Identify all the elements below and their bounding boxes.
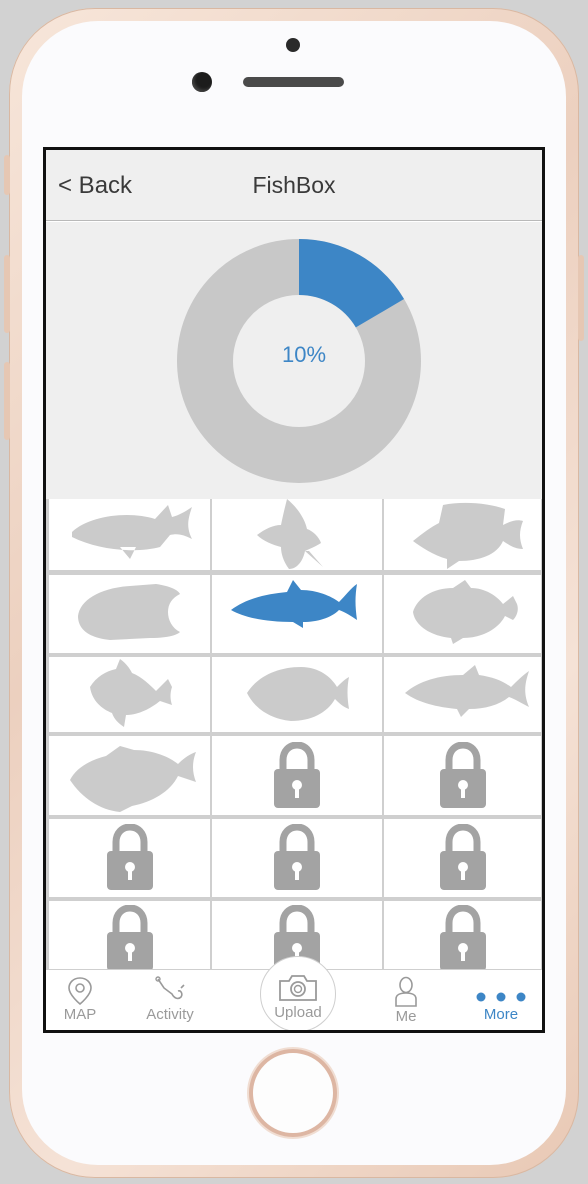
angelfish-icon (77, 584, 180, 640)
fishbox-cell[interactable] (384, 499, 541, 570)
tab-bar: MAP Activity Upload Me More (46, 956, 542, 1030)
tuna-icon (231, 580, 357, 628)
fishbox-grid (46, 498, 542, 971)
fishbox-cell-locked[interactable] (384, 736, 541, 815)
fishbox-cell-locked[interactable] (49, 819, 210, 897)
progress-chart: 10% (46, 222, 542, 499)
earpiece-speaker (243, 77, 344, 87)
tab-activity[interactable]: Activity (138, 976, 202, 1023)
nav-bar: < Back FishBox (46, 150, 542, 221)
lock-icon (437, 905, 489, 973)
fishing-hook-icon (155, 976, 185, 1000)
front-camera (192, 72, 212, 92)
volume-down-button (4, 362, 10, 440)
tang-icon (247, 666, 349, 721)
tab-map-label: MAP (63, 1006, 97, 1023)
angelfish-icon (257, 498, 323, 569)
butterflyfish-icon (412, 502, 523, 569)
camera-icon (279, 975, 317, 1001)
lock-icon (104, 905, 156, 973)
tab-me[interactable]: Me (380, 976, 432, 1025)
fishbox-cell[interactable] (384, 575, 541, 653)
fishbox-cell-locked[interactable] (384, 819, 541, 897)
triggerfish-icon (412, 580, 518, 644)
tab-map[interactable]: MAP (54, 976, 106, 1023)
proximity-sensor (286, 38, 300, 52)
grouper-icon (69, 745, 196, 812)
page-title: FishBox (252, 172, 336, 198)
fishbox-cell-locked[interactable] (212, 736, 382, 815)
power-button (578, 255, 584, 341)
fishbox-cell-locked[interactable] (212, 819, 382, 897)
volume-up-button (4, 255, 10, 333)
fish-icon (71, 504, 192, 559)
fishbox-cell[interactable] (49, 736, 210, 815)
app-screen: < Back FishBox 10% MAP Activity Upload M… (43, 147, 545, 1033)
snapper-icon (404, 664, 529, 717)
mute-switch (4, 155, 10, 195)
person-icon (395, 976, 417, 1007)
map-pin-icon (68, 977, 92, 1006)
fishbox-cell[interactable] (212, 657, 382, 732)
lock-icon (104, 824, 156, 892)
fishbox-cell[interactable] (49, 499, 210, 570)
lock-icon (437, 741, 489, 810)
tab-more[interactable]: More (470, 976, 532, 1023)
lock-icon (271, 824, 323, 892)
home-button[interactable] (249, 1049, 337, 1137)
tab-activity-label: Activity (146, 1006, 194, 1023)
tab-me-label: Me (395, 1008, 417, 1025)
fishbox-cell[interactable] (212, 498, 382, 570)
progress-percent-label: 10% (281, 342, 327, 367)
lock-icon (271, 741, 323, 810)
fishbox-cell[interactable] (49, 657, 210, 732)
fishbox-cell-locked[interactable] (384, 901, 541, 971)
tab-upload[interactable]: Upload (260, 972, 336, 1021)
lock-icon (437, 824, 489, 892)
more-dots-icon (476, 992, 526, 1002)
fishbox-cell[interactable] (49, 575, 210, 653)
tetra-icon (89, 658, 172, 727)
fishbox-cell[interactable] (384, 657, 541, 732)
fishbox-cell-locked[interactable] (49, 901, 210, 971)
tab-upload-label: Upload (274, 1004, 322, 1021)
tab-more-label: More (483, 1006, 519, 1023)
fishbox-cell[interactable] (212, 575, 382, 653)
